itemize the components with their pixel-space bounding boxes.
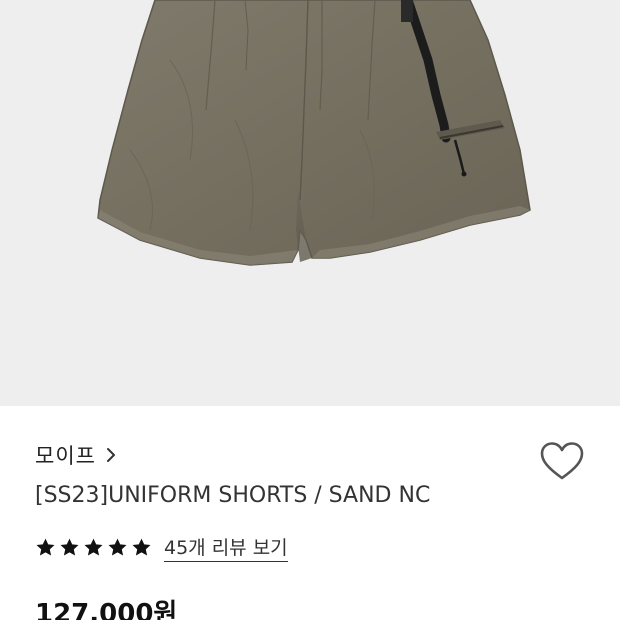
product-info: 모이프 [SS23]UNIFORM SHORTS / SAND NC 45개 리… [0,406,620,620]
product-image [0,0,620,406]
product-price: 127,000원 [35,599,178,620]
star-icon [132,538,151,556]
wishlist-button[interactable] [538,440,586,484]
star-icon [60,538,79,556]
product-detail-page: 모이프 [SS23]UNIFORM SHORTS / SAND NC 45개 리… [0,0,620,620]
star-icon [108,538,127,556]
review-link[interactable]: 45개 리뷰 보기 [164,533,288,562]
chevron-right-icon [106,448,115,462]
rating-row: 45개 리뷰 보기 [35,532,288,562]
brand-link[interactable]: 모이프 [35,442,116,468]
star-icon [36,538,55,556]
shorts-product-photo [97,0,531,266]
star-icon [84,538,103,556]
rating-stars [35,537,155,558]
brand-name: 모이프 [35,444,96,468]
product-title: [SS23]UNIFORM SHORTS / SAND NC [35,483,431,508]
heart-outline-icon [540,442,584,480]
